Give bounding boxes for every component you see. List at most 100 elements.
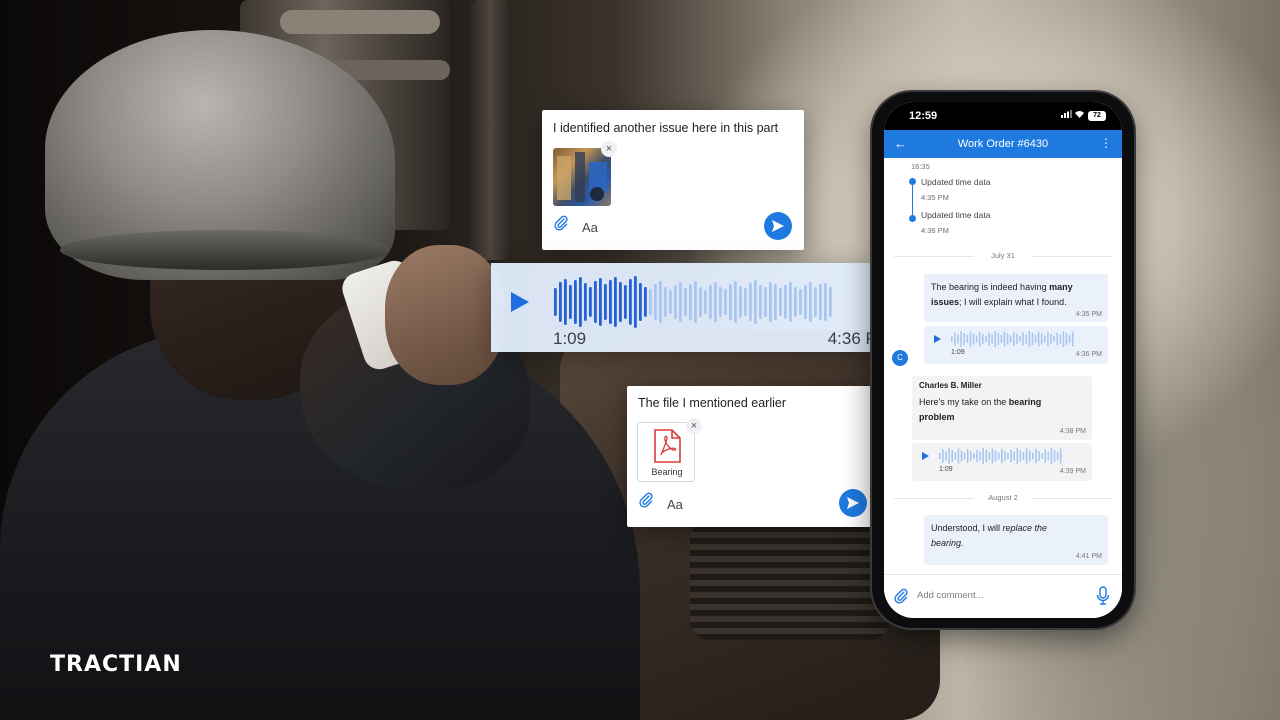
waveform-bar [569, 285, 572, 319]
message-text: Here's my take on the bearing problem [919, 397, 1042, 422]
audio-waveform[interactable] [939, 447, 1063, 465]
waveform-bar [1006, 333, 1009, 345]
voice-message-incoming[interactable]: 1:09 4:39 PM [912, 443, 1092, 481]
waveform-bar [939, 453, 941, 459]
waveform-bar [604, 284, 607, 320]
waveform-bar [649, 289, 652, 315]
waveform-bar [704, 290, 707, 314]
waveform-bar [988, 332, 990, 346]
work-order-title: Work Order #6430 [957, 138, 1049, 150]
waveform-bar [960, 450, 963, 462]
background-worker-hand [385, 245, 505, 385]
attach-icon[interactable] [894, 588, 908, 609]
waveform-bar [754, 280, 757, 324]
pdf-icon [654, 429, 681, 463]
waveform-bar [694, 281, 697, 323]
microphone-icon[interactable] [1096, 586, 1110, 611]
waveform-bar [794, 287, 797, 317]
waveform-bar [679, 282, 682, 322]
waveform-bar [1013, 451, 1015, 461]
waveform-bar [819, 284, 822, 320]
waveform-bar [982, 334, 984, 344]
attached-file[interactable]: Bearing [637, 422, 695, 482]
text-format-button[interactable]: Aa [667, 497, 683, 512]
waveform-bar [584, 283, 587, 321]
timeline-event-time: 4:35 PM [921, 193, 949, 202]
waveform-bar [564, 279, 567, 325]
audio-waveform[interactable] [951, 330, 1075, 348]
play-icon[interactable] [922, 452, 929, 460]
waveform-bar [994, 450, 997, 462]
waveform-bar [1035, 449, 1037, 463]
waveform-bar [960, 331, 962, 347]
waveform-bar [1010, 449, 1012, 463]
send-button[interactable] [839, 489, 867, 517]
waveform-bar [724, 289, 727, 315]
waveform-bar [669, 290, 672, 314]
waveform-bar [599, 278, 602, 326]
background-pipe [470, 0, 510, 260]
waveform-bar [966, 335, 969, 343]
timeline-line [912, 182, 913, 218]
waveform-bar [957, 334, 959, 344]
waveform-bar [1016, 448, 1019, 464]
send-button[interactable] [764, 212, 792, 240]
signal-icon [1060, 110, 1072, 118]
waveform-bar [1019, 450, 1022, 462]
audio-waveform[interactable] [553, 275, 833, 329]
waveform-bar [985, 450, 988, 462]
file-name: Bearing [651, 467, 683, 477]
phone-device: 12:59 72 ← Work Order #6430 ⋮ 16:35 Upda… [872, 92, 1134, 628]
waveform-bar [991, 448, 994, 464]
waveform-bar [739, 286, 742, 318]
attach-icon[interactable] [639, 492, 653, 513]
status-bar: 12:59 72 [884, 102, 1122, 130]
audio-duration: 1:09 [951, 349, 965, 356]
play-icon[interactable] [934, 335, 941, 343]
voice-message-player: 1:09 4:36 PM [491, 263, 904, 352]
photo-message-card: I identified another issue here in this … [542, 110, 804, 250]
waveform-bar [1038, 451, 1040, 461]
attach-icon[interactable] [554, 215, 568, 236]
voice-message-outgoing[interactable]: 1:09 4:36 PM [924, 326, 1108, 364]
waveform-bar [1007, 453, 1009, 459]
waveform-bar [1050, 334, 1052, 344]
status-time: 12:59 [909, 110, 938, 122]
waveform-bar [609, 280, 612, 324]
waveform-bar [1047, 451, 1050, 461]
more-options-icon[interactable]: ⋮ [1100, 136, 1112, 150]
waveform-bar [951, 450, 953, 462]
audio-duration: 1:09 [553, 329, 587, 348]
waveform-bar [972, 333, 975, 345]
waveform-bar [1044, 449, 1046, 463]
remove-photo-icon[interactable]: × [601, 141, 617, 157]
waveform-bar [1053, 450, 1056, 462]
comment-input[interactable]: Add comment... [917, 590, 984, 601]
waveform-bar [674, 285, 677, 319]
waveform-bar [957, 448, 960, 464]
waveform-bar [779, 288, 782, 316]
waveform-bar [734, 281, 737, 323]
photo-message-text: I identified another issue here in this … [553, 121, 779, 135]
waveform-bar [559, 282, 562, 322]
waveform-bar [1025, 448, 1028, 464]
comment-bar: Add comment... [884, 574, 1122, 618]
waveform-bar [824, 283, 827, 321]
waveform-bar [945, 451, 947, 461]
remove-file-icon[interactable]: × [686, 418, 702, 434]
avatar[interactable]: C [892, 350, 908, 366]
waveform-bar [966, 449, 969, 463]
waveform-bar [954, 332, 956, 346]
waveform-bar [749, 283, 752, 321]
waveform-bar [973, 453, 975, 459]
attached-photo-thumbnail[interactable] [553, 148, 611, 206]
brand-logo: TRACTIAN [50, 652, 182, 677]
waveform-bar [979, 451, 981, 461]
background-pipe-flange [280, 10, 440, 34]
waveform-bar [1062, 331, 1065, 347]
message-text: Understood, I will replace the bearing. [931, 523, 1048, 548]
text-format-button[interactable]: Aa [582, 220, 598, 235]
waveform-bar [1044, 335, 1046, 343]
play-icon[interactable] [511, 292, 529, 312]
battery-icon: 72 [1088, 110, 1106, 121]
